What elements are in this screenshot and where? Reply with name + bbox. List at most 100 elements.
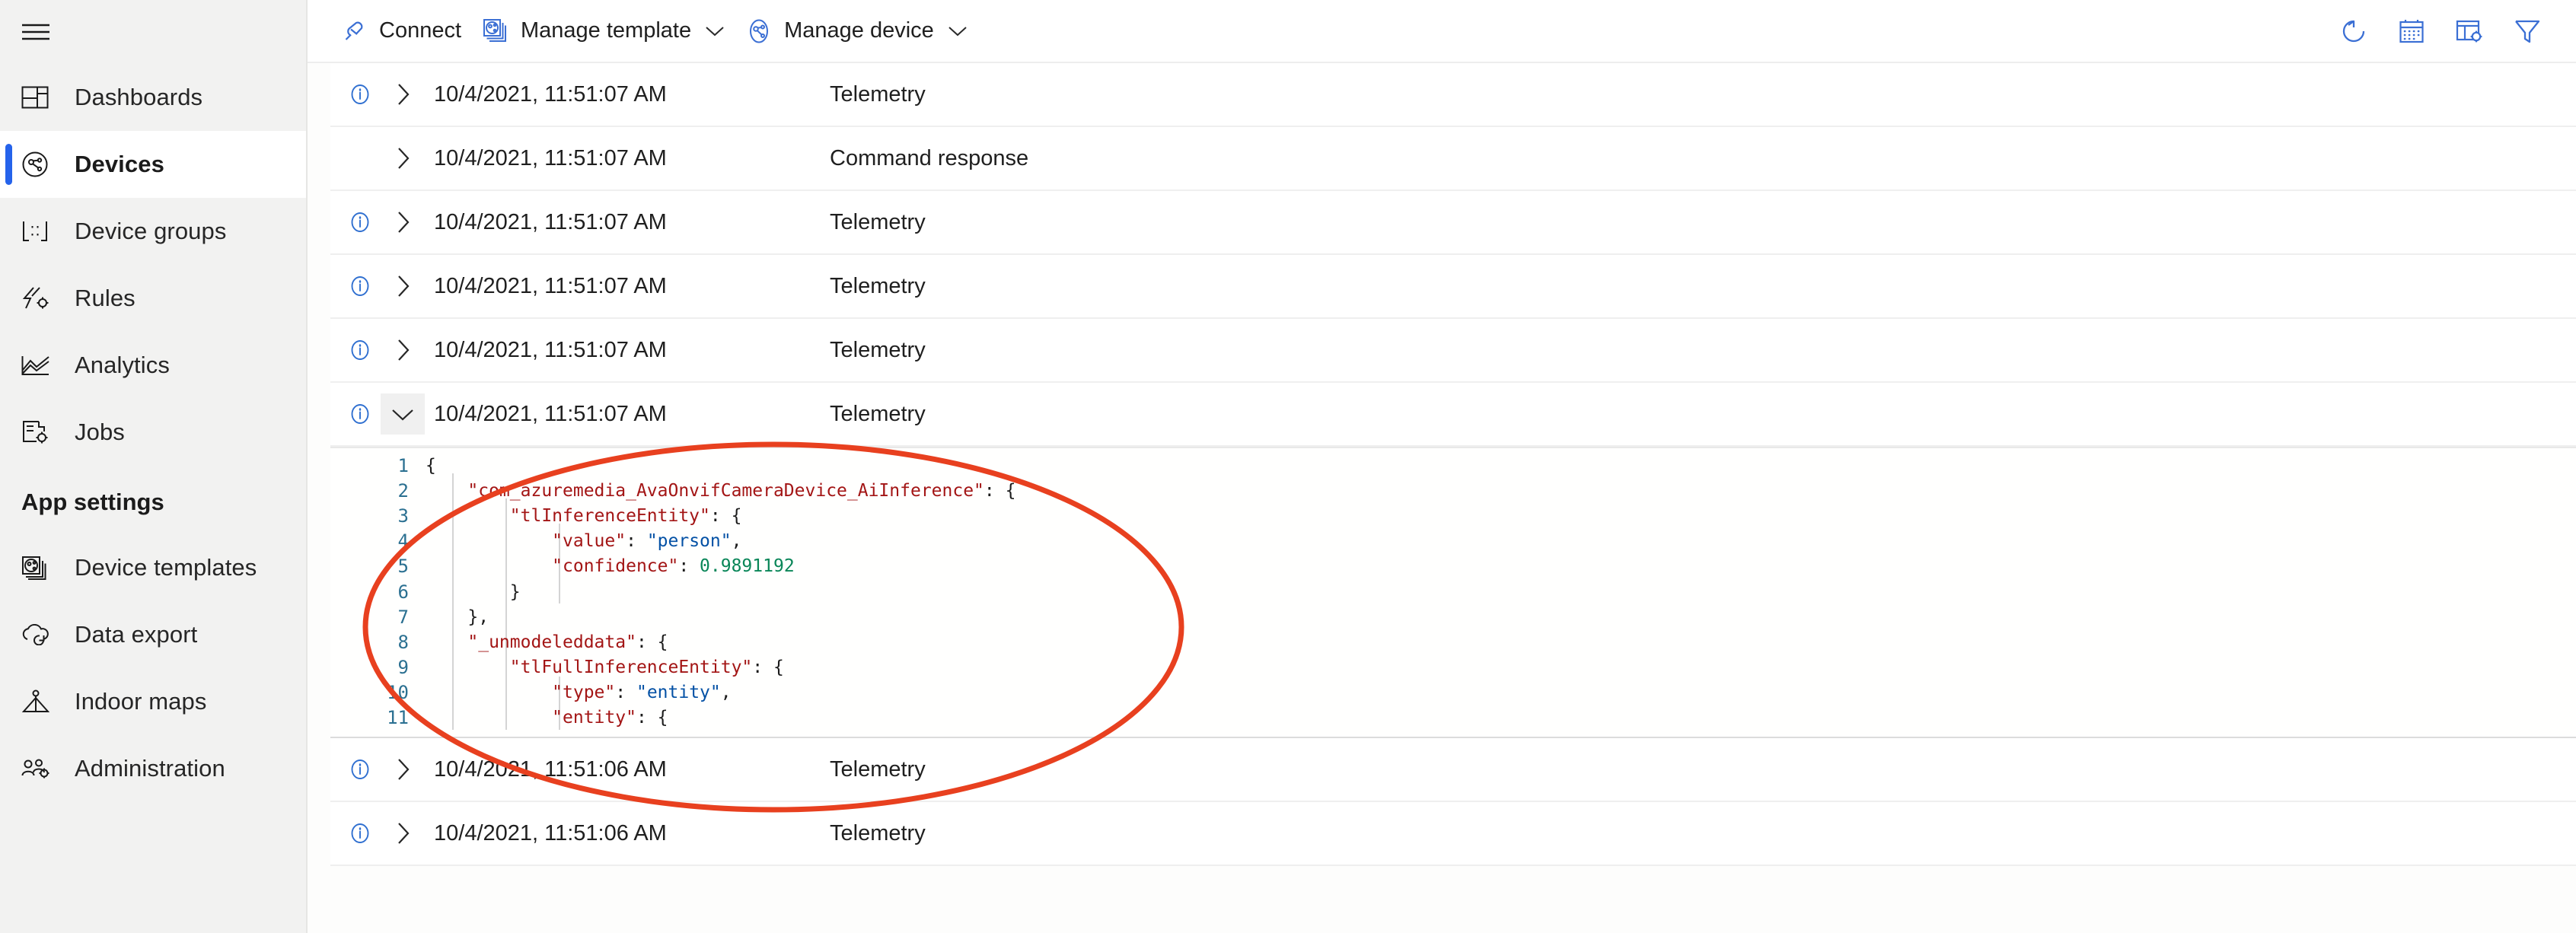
- sidebar-item-rules[interactable]: Rules: [0, 265, 306, 332]
- sidebar-item-device-groups[interactable]: Device groups: [0, 198, 306, 265]
- chevron-right-icon[interactable]: [381, 202, 425, 243]
- code-text: "tlFullInferenceEntity": {: [426, 658, 2576, 677]
- sidebar-item-data-export[interactable]: Data export: [0, 601, 306, 668]
- indent-space: [426, 556, 552, 576]
- json-token-str: "person": [647, 531, 732, 551]
- date-range-button[interactable]: [2383, 7, 2441, 56]
- row-event-type: Telemetry: [830, 210, 926, 235]
- sidebar-section-app-settings: App settings: [0, 466, 306, 534]
- info-icon: [343, 403, 378, 425]
- connect-button[interactable]: Connect: [330, 8, 472, 54]
- row-event-type: Telemetry: [830, 274, 926, 299]
- table-row[interactable]: 10/4/2021, 11:51:07 AMTelemetry: [330, 383, 2576, 447]
- code-line: 6 }: [330, 579, 2576, 604]
- manage-template-button[interactable]: Manage template: [472, 8, 735, 54]
- line-number: 3: [330, 505, 426, 527]
- manage-device-icon: [746, 18, 772, 44]
- row-timestamp: 10/4/2021, 11:51:07 AM: [434, 274, 830, 299]
- table-row[interactable]: 10/4/2021, 11:51:07 AMTelemetry: [330, 319, 2576, 383]
- code-text: "tlInferenceEntity": {: [426, 506, 2576, 526]
- line-number: 10: [330, 682, 426, 703]
- line-number: 11: [330, 707, 426, 728]
- indent-space: [426, 481, 467, 501]
- sidebar-item-analytics[interactable]: Analytics: [0, 332, 306, 399]
- sidebar-item-label: Administration: [75, 755, 225, 782]
- json-token-key: "tlFullInferenceEntity": [510, 658, 753, 677]
- json-token-punc: : {: [636, 632, 668, 652]
- column-options-button[interactable]: [2441, 7, 2498, 56]
- telemetry-json-viewer[interactable]: 1{2 "com_azuremedia_AvaOnvifCameraDevice…: [330, 447, 2576, 738]
- chevron-right-icon[interactable]: [381, 138, 425, 179]
- json-token-punc: :: [615, 683, 636, 702]
- sidebar-item-label: Device groups: [75, 218, 226, 245]
- info-icon: [343, 339, 378, 361]
- chevron-right-icon[interactable]: [381, 266, 425, 307]
- command-bar: Connect Manage template: [308, 0, 2576, 63]
- main-content: Connect Manage template: [308, 0, 2576, 933]
- events-table-scroll[interactable]: 10/4/2021, 11:51:07 AMTelemetry10/4/2021…: [308, 63, 2576, 933]
- administration-icon: [21, 757, 62, 780]
- line-number: 7: [330, 607, 426, 628]
- indoor-maps-icon: [21, 689, 62, 714]
- manage-device-button[interactable]: Manage device: [735, 8, 978, 54]
- json-token-punc: :: [678, 556, 700, 576]
- table-row[interactable]: 10/4/2021, 11:51:07 AMCommand response: [330, 127, 2576, 191]
- json-token-key: "value": [552, 531, 626, 551]
- chevron-right-icon[interactable]: [381, 749, 425, 790]
- manage-template-icon: [483, 18, 509, 44]
- code-text: }: [426, 582, 2576, 602]
- json-token-punc: {: [426, 456, 436, 476]
- hamburger-menu-button[interactable]: [0, 0, 306, 64]
- table-row[interactable]: 10/4/2021, 11:51:07 AMTelemetry: [330, 191, 2576, 255]
- code-text: "entity": {: [426, 708, 2576, 728]
- chevron-right-icon[interactable]: [381, 74, 425, 115]
- json-token-punc: : {: [710, 506, 742, 526]
- sidebar-item-dashboards[interactable]: Dashboards: [0, 64, 306, 131]
- sidebar-item-label: Indoor maps: [75, 688, 206, 715]
- table-row[interactable]: 10/4/2021, 11:51:06 AMTelemetry: [330, 738, 2576, 802]
- calendar-icon: [2399, 18, 2425, 44]
- sidebar-item-label: Dashboards: [75, 84, 202, 111]
- table-row[interactable]: 10/4/2021, 11:51:07 AMTelemetry: [330, 255, 2576, 319]
- code-text: "type": "entity",: [426, 683, 2576, 702]
- indent-space: [426, 632, 467, 652]
- sidebar-item-administration[interactable]: Administration: [0, 735, 306, 802]
- chevron-right-icon[interactable]: [381, 330, 425, 371]
- manage-device-button-label: Manage device: [784, 18, 934, 43]
- row-timestamp: 10/4/2021, 11:51:07 AM: [434, 210, 830, 235]
- json-token-punc: },: [467, 607, 489, 627]
- code-text: {: [426, 456, 2576, 476]
- chevron-down-icon[interactable]: [381, 393, 425, 435]
- sidebar-item-indoor-maps[interactable]: Indoor maps: [0, 668, 306, 735]
- chevron-right-icon[interactable]: [381, 813, 425, 854]
- line-number: 8: [330, 632, 426, 653]
- sidebar-item-device-templates[interactable]: Device templates: [0, 534, 306, 601]
- column-options-icon: [2456, 19, 2483, 43]
- filter-button[interactable]: [2498, 7, 2556, 56]
- json-token-punc: : {: [984, 481, 1016, 501]
- sidebar-item-jobs[interactable]: Jobs: [0, 399, 306, 466]
- json-token-key: "tlInferenceEntity": [510, 506, 710, 526]
- json-token-str: "entity": [636, 683, 721, 702]
- indent-space: [426, 658, 510, 677]
- table-row[interactable]: 10/4/2021, 11:51:07 AMTelemetry: [330, 63, 2576, 127]
- line-number: 5: [330, 556, 426, 577]
- indent-space: [426, 531, 552, 551]
- code-line: 11 "entity": {: [330, 705, 2576, 731]
- code-line: 3 "tlInferenceEntity": {: [330, 503, 2576, 528]
- refresh-button[interactable]: [2325, 7, 2383, 56]
- app-root: Dashboards Devices: [0, 0, 2576, 933]
- row-event-type: Telemetry: [830, 821, 926, 846]
- code-line: 9 "tlFullInferenceEntity": {: [330, 655, 2576, 680]
- row-timestamp: 10/4/2021, 11:51:06 AM: [434, 757, 830, 782]
- code-text: "com_azuremedia_AvaOnvifCameraDevice_AiI…: [426, 481, 2576, 501]
- table-row[interactable]: 10/4/2021, 11:51:06 AMTelemetry: [330, 802, 2576, 866]
- dashboards-icon: [21, 86, 62, 109]
- sidebar-item-devices[interactable]: Devices: [0, 131, 306, 198]
- json-token-punc: : {: [752, 658, 784, 677]
- row-timestamp: 10/4/2021, 11:51:07 AM: [434, 338, 830, 363]
- device-groups-icon: [21, 220, 62, 243]
- info-icon: [343, 758, 378, 781]
- sidebar: Dashboards Devices: [0, 0, 308, 933]
- sidebar-item-label: Data export: [75, 621, 197, 648]
